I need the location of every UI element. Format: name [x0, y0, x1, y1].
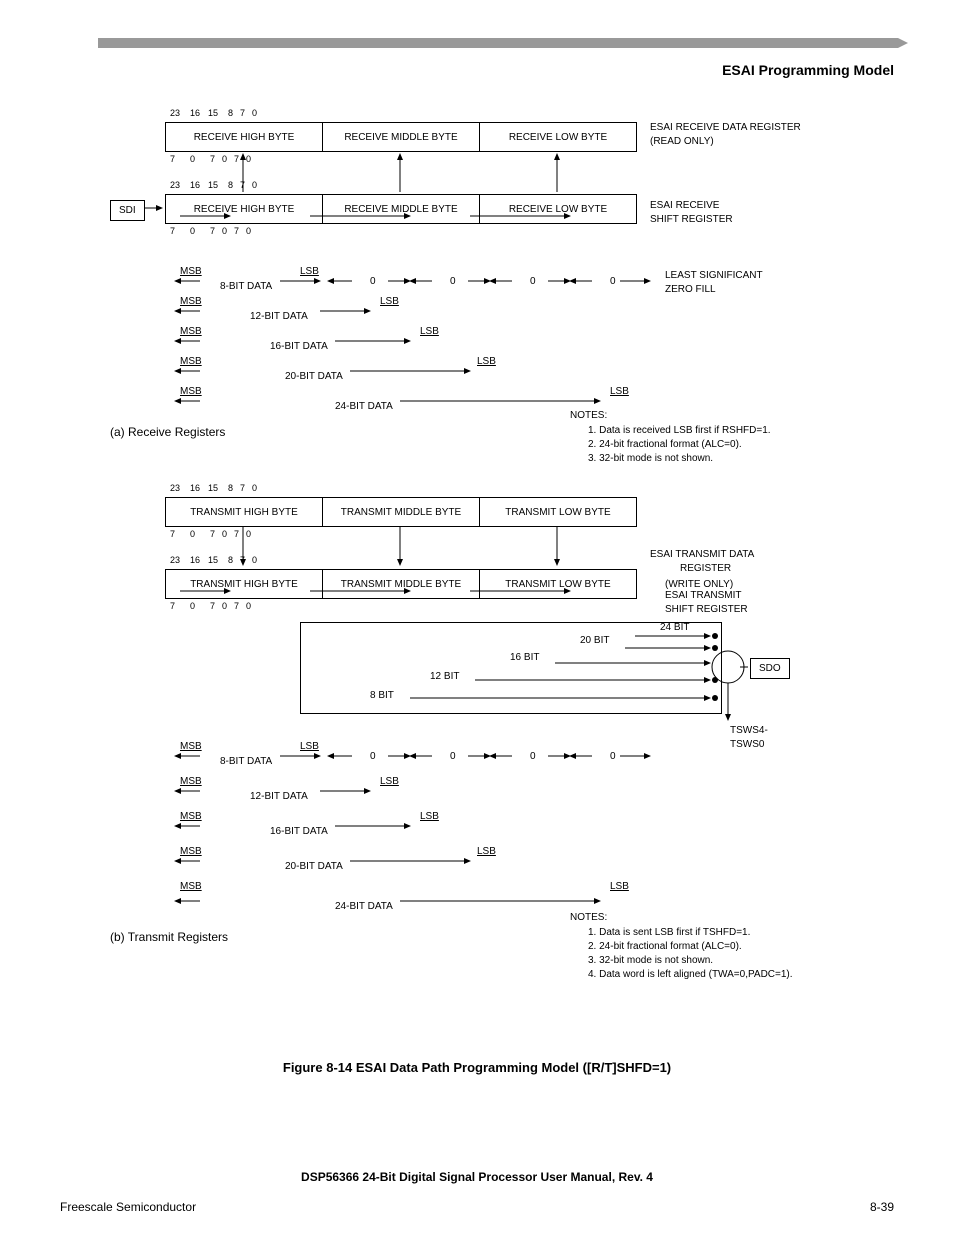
footer-left: Freescale Semiconductor — [60, 1200, 196, 1214]
arrows-svg — [110, 100, 900, 1060]
manual-title: DSP56366 24-Bit Digital Signal Processor… — [0, 1170, 954, 1184]
page-number: 8-39 — [870, 1200, 894, 1214]
header-bar — [98, 38, 898, 48]
figure-diagram: 23 16 15 8 7 0 RECEIVE HIGH BYTE RECEIVE… — [110, 100, 900, 1060]
figure-title: Figure 8-14 ESAI Data Path Programming M… — [0, 1060, 954, 1075]
section-title: ESAI Programming Model — [722, 62, 894, 78]
